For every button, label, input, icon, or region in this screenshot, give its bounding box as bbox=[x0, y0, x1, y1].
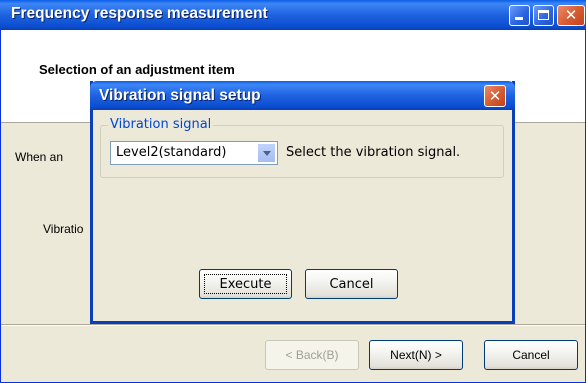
next-button[interactable]: Next(N) > bbox=[369, 340, 463, 370]
dialog-cancel-button[interactable]: Cancel bbox=[305, 269, 398, 299]
main-cancel-button[interactable]: Cancel bbox=[484, 340, 578, 370]
close-icon: ✕ bbox=[564, 6, 578, 24]
instruction-text: When an bbox=[15, 150, 64, 164]
selected-value: Level2(standard) bbox=[116, 145, 227, 160]
minimize-button[interactable] bbox=[509, 5, 530, 26]
dropdown-button[interactable] bbox=[257, 143, 276, 163]
vibration-label: Vibratio bbox=[43, 222, 84, 236]
maximize-icon bbox=[538, 10, 549, 20]
wizard-header-title: Selection of an adjustment item bbox=[39, 62, 235, 77]
dialog-title: Vibration signal setup bbox=[99, 87, 261, 104]
minimize-icon bbox=[515, 17, 523, 20]
footer-separator bbox=[1, 324, 585, 326]
group-label: Vibration signal bbox=[108, 117, 214, 132]
close-button[interactable]: ✕ bbox=[557, 5, 585, 26]
maximize-button[interactable] bbox=[533, 5, 554, 26]
dialog-close-button[interactable]: ✕ bbox=[484, 85, 506, 107]
close-icon: ✕ bbox=[488, 87, 502, 105]
execute-label: Execute bbox=[219, 276, 272, 292]
main-window-title: Frequency response measurement bbox=[11, 5, 268, 22]
select-hint-text: Select the vibration signal. bbox=[286, 145, 461, 160]
back-button[interactable]: < Back(B) bbox=[265, 340, 359, 370]
execute-button[interactable]: Execute bbox=[199, 269, 292, 299]
chevron-down-icon bbox=[263, 151, 271, 156]
